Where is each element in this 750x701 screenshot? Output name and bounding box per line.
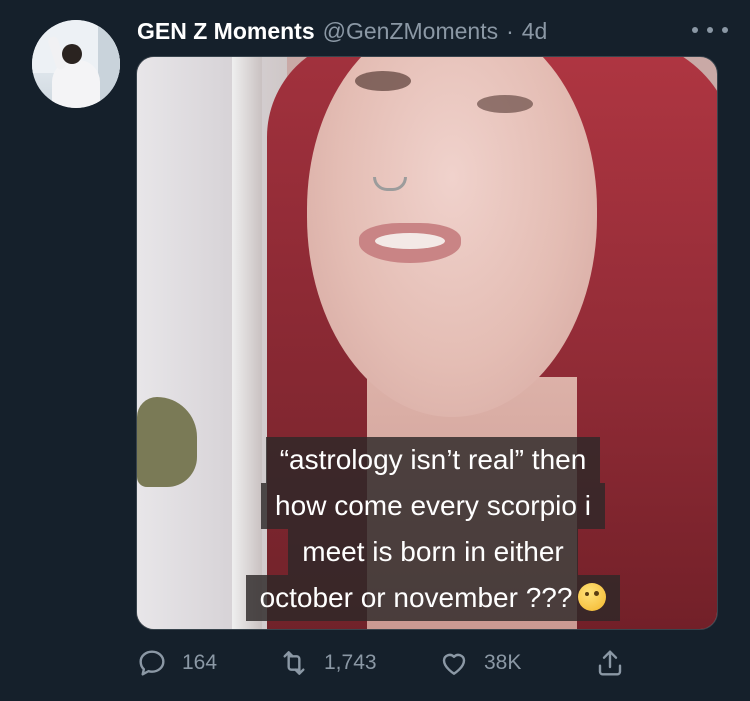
retweet-icon [283, 651, 305, 675]
image-teeth [375, 233, 445, 249]
user-handle[interactable]: @GenZMoments [323, 18, 498, 45]
avatar-photo-head [62, 44, 82, 64]
more-dot [692, 27, 698, 33]
caption-line: meet is born in either [288, 529, 578, 575]
image-caption: “astrology isn’t real” then how come eve… [173, 437, 693, 621]
retweet-button[interactable]: 1,743 [278, 647, 438, 679]
raised-eyebrow-emoji-icon [578, 583, 607, 611]
retweet-count: 1,743 [324, 651, 377, 674]
like-count: 38K [484, 651, 522, 674]
more-dot [722, 27, 728, 33]
image-eye-right [477, 95, 533, 113]
tweet-timestamp[interactable]: 4d [522, 18, 548, 45]
display-name[interactable]: GEN Z Moments [137, 18, 315, 45]
reply-count: 164 [182, 651, 218, 674]
tweet-actions: 164 1,743 38K [136, 646, 626, 680]
tweet-image[interactable]: “astrology isn’t real” then how come eve… [136, 56, 718, 630]
like-button[interactable]: 38K [438, 647, 594, 679]
reply-button[interactable]: 164 [136, 647, 278, 679]
reply-icon [139, 650, 165, 676]
avatar[interactable] [32, 20, 120, 108]
more-dot [707, 27, 713, 33]
avatar-photo-wall [98, 20, 120, 108]
separator-dot: · [506, 17, 514, 44]
caption-line: “astrology isn’t real” then [265, 437, 601, 483]
tweet[interactable]: GEN Z Moments @GenZMoments · 4d “astrolo… [0, 0, 750, 701]
share-icon [598, 650, 622, 676]
share-button[interactable] [594, 647, 626, 679]
more-options-icon[interactable] [692, 20, 728, 40]
image-eye-left [355, 71, 411, 91]
caption-line-text: october or november ??? [259, 582, 573, 613]
caption-line: how come every scorpio i [261, 483, 605, 529]
caption-line-last: october or november ??? [245, 575, 621, 621]
heart-icon [442, 653, 466, 675]
tweet-header: GEN Z Moments @GenZMoments · 4d [137, 16, 547, 46]
